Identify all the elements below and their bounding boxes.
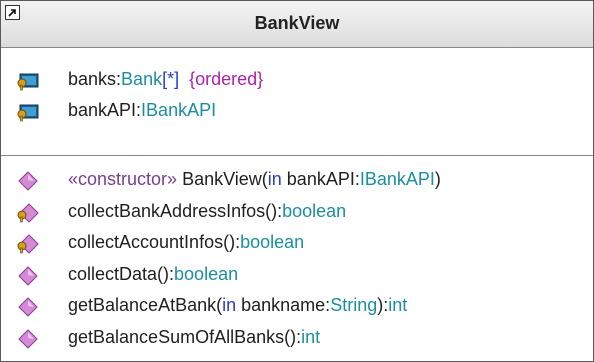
operation-token: bankAPI: xyxy=(281,169,360,189)
attribute-signature: bankAPI:IBankAPI xyxy=(68,95,216,126)
operation-token: in xyxy=(222,295,237,315)
operation-row[interactable]: collectBankAddressInfos():boolean xyxy=(1,196,593,228)
operation-token: getBalanceSumOfAllBanks(): xyxy=(68,326,302,347)
operation-row[interactable]: «constructor» BankView(in bankAPI:IBankA… xyxy=(1,164,593,196)
operation-token: String xyxy=(330,295,378,315)
attributes-compartment: banks:Bank[*] {ordered} bankAPI:IBankAPI xyxy=(1,48,593,156)
operation-token: bankname: xyxy=(236,295,331,315)
operation-token: in xyxy=(267,169,282,189)
public-operation-diamond-icon xyxy=(15,296,41,317)
attribute-token: banks: xyxy=(68,69,122,89)
private-operation-key-icon xyxy=(15,233,41,254)
operation-row[interactable]: collectData():boolean xyxy=(1,259,593,291)
operation-row[interactable]: collectAccountInfos():boolean xyxy=(1,227,593,259)
operation-signature: getBalanceSumOfAllBanks():int xyxy=(68,322,320,354)
operation-signature: getBalanceAtBank(in bankname:String):int xyxy=(68,290,407,322)
operation-token: BankView( xyxy=(182,169,268,189)
attribute-token: Bank xyxy=(121,69,163,89)
operation-token: boolean xyxy=(282,200,347,221)
uml-class-box[interactable]: BankView banks:Bank[*] {ordered} bankAPI:… xyxy=(0,0,594,362)
attribute-token: IBankAPI xyxy=(141,100,217,120)
operation-token: ): xyxy=(377,295,389,315)
attribute-signature: banks:Bank[*] {ordered} xyxy=(68,64,263,95)
public-operation-diamond-icon xyxy=(15,170,41,191)
class-name: BankView xyxy=(254,13,340,33)
public-operation-diamond-icon xyxy=(15,265,41,286)
operation-row[interactable]: getBalanceAtBank(in bankname:String):int xyxy=(1,290,593,322)
operation-signature: collectBankAddressInfos():boolean xyxy=(68,196,346,228)
class-header: BankView xyxy=(1,1,593,48)
operation-token: collectBankAddressInfos(): xyxy=(68,200,283,221)
public-operation-diamond-icon xyxy=(15,328,41,349)
private-operation-key-icon xyxy=(15,202,41,223)
operation-token: «constructor» xyxy=(68,169,183,189)
attribute-row[interactable]: banks:Bank[*] {ordered} xyxy=(1,64,593,95)
operation-row[interactable]: getBalanceSumOfAllBanks():int xyxy=(1,322,593,354)
operation-token: int xyxy=(388,295,408,315)
operation-token: boolean xyxy=(174,263,239,284)
attribute-token: {ordered} xyxy=(189,69,264,89)
operations-compartment: «constructor» BankView(in bankAPI:IBankA… xyxy=(1,156,593,353)
private-property-key-icon xyxy=(15,70,41,91)
attribute-token xyxy=(179,69,189,89)
operation-token: collectData(): xyxy=(68,263,175,284)
operation-token: collectAccountInfos(): xyxy=(68,232,241,252)
private-property-key-icon xyxy=(15,101,41,122)
operation-token: IBankAPI xyxy=(359,169,435,189)
attribute-token: [*] xyxy=(162,69,180,89)
operation-signature: collectAccountInfos():boolean xyxy=(68,227,304,259)
operation-signature: collectData():boolean xyxy=(68,259,238,291)
operation-token: ) xyxy=(434,169,441,189)
operation-signature: «constructor» BankView(in bankAPI:IBankA… xyxy=(68,164,441,196)
attribute-token: bankAPI: xyxy=(68,100,142,120)
operation-token: int xyxy=(301,326,321,347)
operation-token: getBalanceAtBank( xyxy=(68,295,223,315)
operation-token: boolean xyxy=(240,232,305,252)
attribute-row[interactable]: bankAPI:IBankAPI xyxy=(1,95,593,126)
